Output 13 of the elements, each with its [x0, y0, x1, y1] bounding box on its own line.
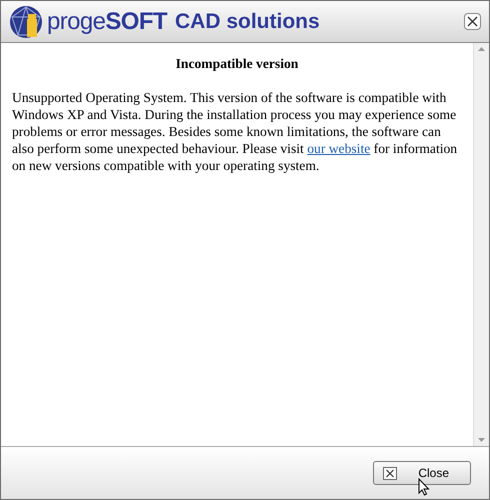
window-title: CAD solutions	[175, 8, 320, 35]
message-text: Unsupported Operating System. This version of the software is compatible with Windows XP and Vista. During the installation process you may experience some problems or error messages. Besides some known limitations, the software can also perform some unexpected behaviour. Please visit our website for information on new versions compatible with your operating system.	[12, 89, 458, 174]
mouse-pointer-icon	[418, 478, 430, 496]
globe-logo-icon	[9, 4, 43, 38]
close-button[interactable]: Close	[373, 461, 471, 485]
message-heading: Incompatible version	[174, 55, 300, 72]
scroll-up-icon[interactable]	[478, 47, 485, 51]
close-icon[interactable]	[464, 13, 481, 30]
scrollbar[interactable]	[473, 43, 489, 446]
close-icon	[383, 466, 397, 480]
website-link[interactable]: our website	[307, 141, 370, 156]
scroll-down-icon[interactable]	[478, 438, 485, 442]
brand-name: progeSOFT	[47, 6, 167, 36]
